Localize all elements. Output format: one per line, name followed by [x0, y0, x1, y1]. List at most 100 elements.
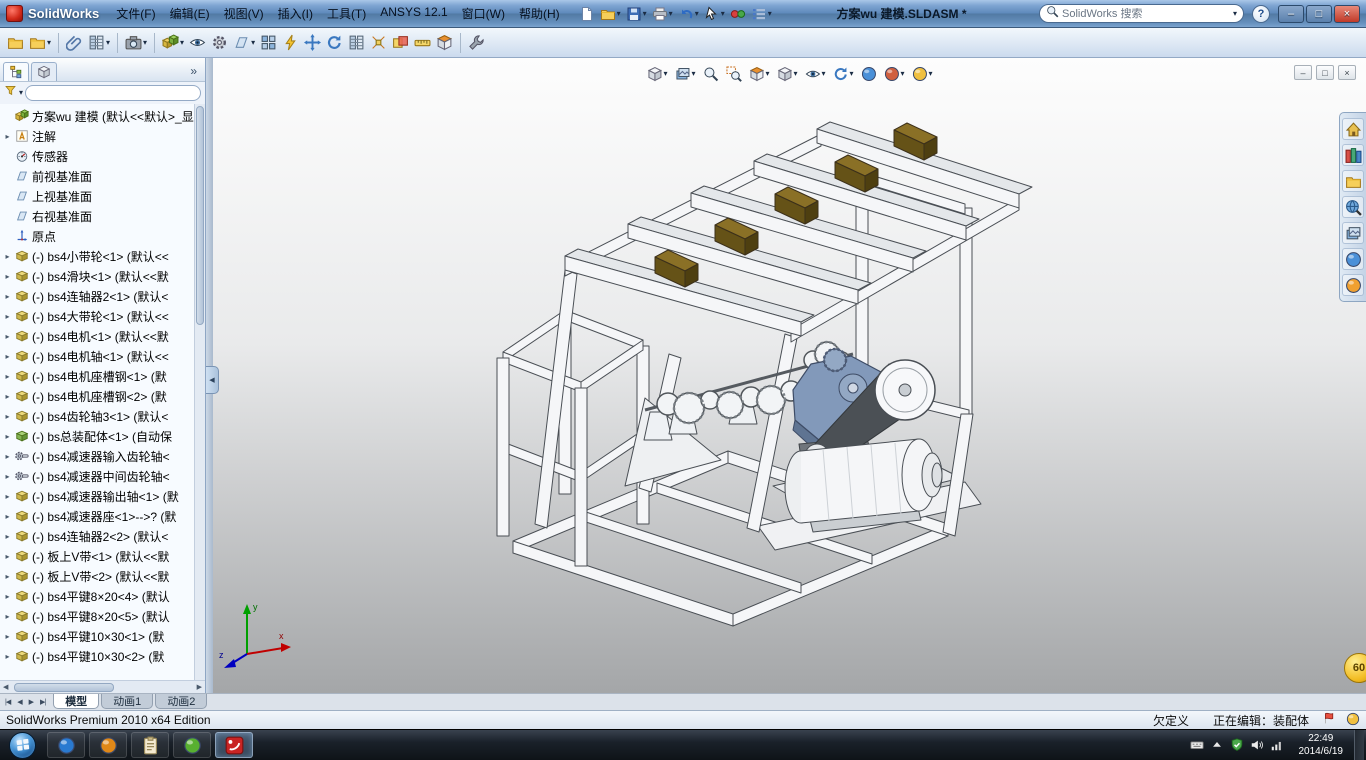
file-explorer-button[interactable] — [1342, 170, 1364, 192]
panel-collapse-button[interactable]: ◀ — [206, 366, 219, 394]
document-minimize-button[interactable]: – — [1294, 65, 1312, 80]
open-recent-button[interactable]: ▾ — [27, 32, 53, 53]
custom-properties-button[interactable] — [1342, 274, 1364, 296]
tree-expander-icon[interactable]: ▸ — [3, 132, 12, 141]
tree-item[interactable]: ▸(-) 板上V带<2> (默认<<默 — [0, 566, 194, 586]
configuration-manager-tab[interactable] — [31, 62, 57, 81]
animation2-tab[interactable]: 动画2 — [155, 694, 207, 709]
select-button[interactable]: ▾ — [702, 4, 727, 24]
zoom-to-fit-button[interactable] — [700, 64, 720, 84]
apply-scene-button[interactable]: ▾ — [882, 64, 907, 84]
assembly-features-button[interactable] — [209, 32, 230, 53]
exploded-view-button[interactable] — [368, 32, 389, 53]
tree-expander-icon[interactable]: ▸ — [3, 292, 12, 301]
tree-item[interactable]: ▸(-) bs4小带轮<1> (默认<< — [0, 246, 194, 266]
taskbar-clock[interactable]: 22:49 2014/6/19 — [1299, 732, 1344, 758]
search-input[interactable] — [1062, 8, 1230, 20]
scrollbar-thumb[interactable] — [14, 683, 113, 692]
document-restore-button[interactable]: □ — [1316, 65, 1334, 80]
tab-scroll-last-button[interactable]: ▶| — [37, 697, 48, 707]
tree-expander-icon[interactable]: ▸ — [3, 492, 12, 501]
file-menu[interactable]: 文件(F) — [109, 1, 162, 26]
tray-network-icon[interactable] — [1270, 738, 1284, 752]
tree-expander-icon[interactable]: ▸ — [3, 332, 12, 341]
tree-item[interactable]: ▸(-) bs4大带轮<1> (默认<< — [0, 306, 194, 326]
section-view-button[interactable]: ▾ — [746, 64, 771, 84]
tree-item[interactable]: ▸(-) bs4电机座槽钢<2> (默 — [0, 386, 194, 406]
options-button[interactable]: ▾ — [749, 4, 774, 24]
linear-component-pattern-button[interactable] — [258, 32, 279, 53]
taskbar-solidworks-button[interactable] — [215, 732, 253, 758]
tree-expander-icon[interactable]: ▸ — [3, 452, 12, 461]
tab-scroll-first-button[interactable]: |◀ — [2, 697, 13, 707]
tree-expander-icon[interactable]: ▸ — [3, 392, 12, 401]
tree-item[interactable]: 传感器 — [0, 146, 194, 166]
rotate-component-button[interactable] — [324, 32, 345, 53]
taskbar-media-button[interactable] — [89, 732, 127, 758]
tree-item[interactable]: ▸(-) bs4连轴器2<2> (默认< — [0, 526, 194, 546]
tree-item[interactable]: ▸(-) bs4电机轴<1> (默认<< — [0, 346, 194, 366]
tree-item[interactable]: ▸(-) bs4电机<1> (默认<<默 — [0, 326, 194, 346]
open-document-button[interactable] — [5, 32, 26, 53]
tree-item[interactable]: ▸(-) bs4平键8×20<5> (默认 — [0, 606, 194, 626]
start-button[interactable] — [9, 732, 36, 759]
tree-item[interactable]: ▸(-) bs4减速器输入齿轮轴< — [0, 446, 194, 466]
open-button[interactable]: ▾ — [598, 4, 623, 24]
smart-fasteners-button[interactable] — [280, 32, 301, 53]
taskbar-notes-button[interactable] — [131, 732, 169, 758]
view-orientation-button[interactable]: ▾ — [644, 64, 669, 84]
reference-geometry-button[interactable]: ▾ — [231, 32, 257, 53]
tree-item[interactable]: ▸(-) bs总装配体<1> (自动保 — [0, 426, 194, 446]
quick-tips-icon-slot[interactable] — [1346, 712, 1360, 729]
tree-expander-icon[interactable]: ▸ — [3, 512, 12, 521]
tree-expander-icon[interactable]: ▸ — [3, 552, 12, 561]
tree-vertical-scrollbar[interactable] — [194, 104, 205, 680]
tree-item[interactable]: ▸(-) bs4减速器座<1>-->? (默 — [0, 506, 194, 526]
scrollbar-track[interactable] — [12, 683, 192, 692]
tree-root-item[interactable]: 方案wu 建模 (默认<<默认>_显 — [0, 106, 194, 126]
tree-item[interactable]: ▸(-) bs4减速器中间齿轮轴< — [0, 466, 194, 486]
insert-component-button[interactable]: ▾ — [160, 32, 186, 53]
tree-item[interactable]: ▸注解 — [0, 126, 194, 146]
scroll-left-button[interactable]: ◀ — [0, 683, 11, 691]
tree-expander-icon[interactable]: ▸ — [3, 592, 12, 601]
zoom-to-area-button[interactable] — [723, 64, 743, 84]
tree-item[interactable]: ▸(-) bs4电机座槽钢<1> (默 — [0, 366, 194, 386]
tree-item[interactable]: ▸(-) bs4滑块<1> (默认<<默 — [0, 266, 194, 286]
tree-horizontal-scrollbar[interactable]: ◀ ▶ — [0, 680, 205, 693]
filter-input[interactable] — [25, 85, 201, 101]
tree-expander-icon[interactable]: ▸ — [3, 432, 12, 441]
tree-expander-icon[interactable]: ▸ — [3, 252, 12, 261]
tree-item[interactable]: ▸(-) bs4连轴器2<1> (默认< — [0, 286, 194, 306]
measure-button[interactable] — [412, 32, 433, 53]
toolbox-button[interactable] — [466, 32, 487, 53]
tree-expander-icon[interactable]: ▸ — [3, 532, 12, 541]
window-close-button[interactable]: × — [1334, 5, 1360, 23]
design-library-button[interactable] — [1342, 144, 1364, 166]
view-settings-button[interactable]: ▾ — [910, 64, 935, 84]
tab-scroll-prev-button[interactable]: ◀ — [14, 697, 24, 707]
tree-expander-icon[interactable]: ▸ — [3, 572, 12, 581]
model-canvas[interactable]: y x z — [213, 58, 1366, 693]
mass-properties-button[interactable] — [434, 32, 455, 53]
tray-show-hidden-button[interactable] — [1210, 738, 1224, 752]
print-button[interactable]: ▾ — [650, 4, 675, 24]
panel-splitter[interactable]: ◀ — [206, 58, 213, 693]
filter-dropdown-arrow[interactable]: ▾ — [19, 89, 23, 97]
tree-expander-icon[interactable]: ▸ — [3, 352, 12, 361]
tree-item[interactable]: 前视基准面 — [0, 166, 194, 186]
scrollbar-thumb[interactable] — [196, 106, 204, 325]
tree-expander-icon[interactable]: ▸ — [3, 472, 12, 481]
motion-study-button[interactable]: ▾ — [831, 64, 856, 84]
previous-view-button[interactable]: ▾ — [672, 64, 697, 84]
tree-item[interactable]: ▸(-) 板上V带<1> (默认<<默 — [0, 546, 194, 566]
save-button[interactable]: ▾ — [624, 4, 649, 24]
component-preview-button[interactable]: ▾ — [86, 32, 112, 53]
graphics-area[interactable]: y x z ▾▾▾▾▾▾▾▾ –□× 60 — [213, 58, 1366, 693]
rebuild-button[interactable] — [728, 4, 748, 24]
tree-item[interactable]: 原点 — [0, 226, 194, 246]
taskbar-browser-button[interactable] — [47, 732, 85, 758]
document-close-button[interactable]: × — [1338, 65, 1356, 80]
help-button[interactable]: ? — [1252, 5, 1270, 23]
display-style-button[interactable]: ▾ — [774, 64, 799, 84]
